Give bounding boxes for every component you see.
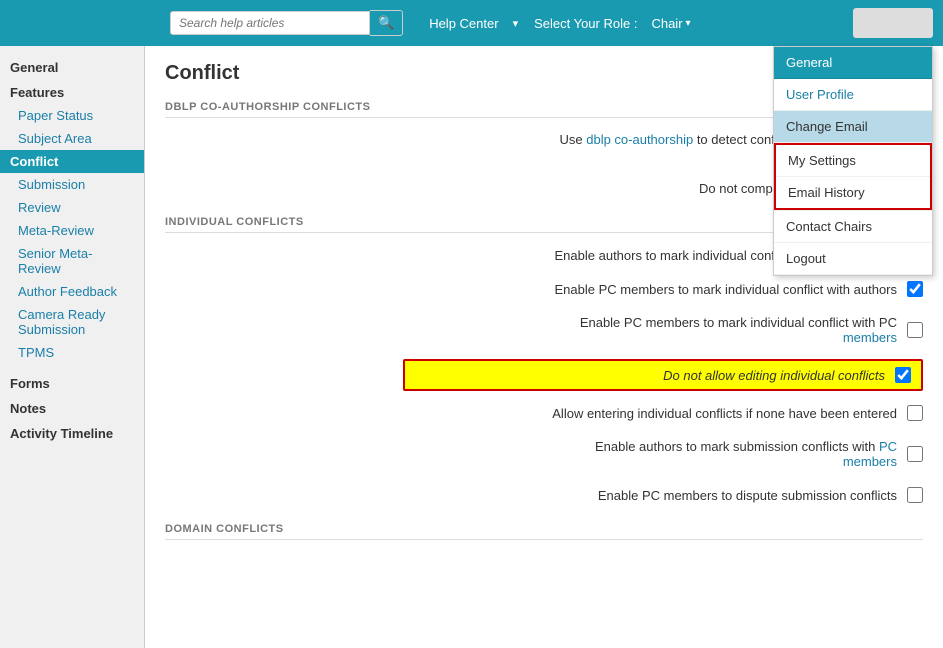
domain-section-header: DOMAIN CONFLICTS bbox=[165, 523, 923, 540]
search-icon: 🔍 bbox=[378, 15, 394, 30]
allow-entering-checkbox[interactable] bbox=[907, 405, 923, 421]
pc-mark-pc-row: Enable PC members to mark individual con… bbox=[165, 311, 923, 349]
sidebar-section-forms: Forms bbox=[0, 370, 144, 395]
pc-dispute-checkbox[interactable] bbox=[907, 487, 923, 503]
chevron-down-icon: ▾ bbox=[686, 18, 691, 29]
sidebar-section-notes: Notes bbox=[0, 395, 144, 420]
dropdown-item-contact-chairs[interactable]: Contact Chairs bbox=[774, 210, 932, 243]
sidebar-item-author-feedback[interactable]: Author Feedback bbox=[0, 280, 144, 303]
pc-mark-pc-checkbox[interactable] bbox=[907, 322, 923, 338]
no-edit-highlighted-row: Do not allow editing individual conflict… bbox=[403, 359, 923, 391]
no-edit-label: Do not allow editing individual conflict… bbox=[415, 368, 895, 383]
sidebar-item-camera-ready[interactable]: Camera Ready Submission bbox=[0, 303, 144, 341]
pc-mark-authors-label: Enable PC members to mark individual con… bbox=[165, 282, 907, 297]
sidebar-section-features: Features bbox=[0, 79, 144, 104]
search-input[interactable] bbox=[170, 11, 370, 35]
dropdown-item-change-email[interactable]: Change Email bbox=[774, 111, 932, 143]
sidebar-item-senior-meta-review[interactable]: Senior Meta-Review bbox=[0, 242, 144, 280]
allow-entering-label: Allow entering individual conflicts if n… bbox=[165, 406, 907, 421]
sidebar: General Features Paper Status Subject Ar… bbox=[0, 46, 145, 648]
pc-dispute-row: Enable PC members to dispute submission … bbox=[165, 483, 923, 507]
authors-submission-checkbox[interactable] bbox=[907, 446, 923, 462]
dropdown-top-section: General User Profile Change Email bbox=[774, 47, 932, 143]
user-dropdown-menu: General User Profile Change Email My Set… bbox=[773, 46, 933, 276]
dropdown-item-email-history[interactable]: Email History bbox=[776, 177, 930, 208]
authors-submission-row: Enable authors to mark submission confli… bbox=[165, 435, 923, 473]
dropdown-settings-section: My Settings Email History bbox=[774, 143, 932, 210]
dropdown-item-general[interactable]: General bbox=[774, 47, 932, 79]
help-center-link[interactable]: Help Center bbox=[423, 12, 504, 35]
allow-entering-row: Allow entering individual conflicts if n… bbox=[165, 401, 923, 425]
search-button[interactable]: 🔍 bbox=[370, 10, 403, 36]
authors-submission-label: Enable authors to mark submission confli… bbox=[165, 439, 907, 469]
no-edit-checkbox[interactable] bbox=[895, 367, 911, 383]
sidebar-item-meta-review[interactable]: Meta-Review bbox=[0, 219, 144, 242]
pc-mark-authors-checkbox[interactable] bbox=[907, 281, 923, 297]
dropdown-item-user-profile[interactable]: User Profile bbox=[774, 79, 932, 111]
navbar: 🔍 Help Center ▾ Select Your Role : Chair… bbox=[0, 0, 943, 46]
pc-mark-pc-label: Enable PC members to mark individual con… bbox=[165, 315, 907, 345]
avatar bbox=[853, 8, 933, 38]
sidebar-item-conflict[interactable]: Conflict bbox=[0, 150, 144, 173]
sidebar-item-tpms[interactable]: TPMS bbox=[0, 341, 144, 364]
sidebar-item-paper-status[interactable]: Paper Status bbox=[0, 104, 144, 127]
dropdown-item-logout[interactable]: Logout bbox=[774, 243, 932, 275]
sidebar-item-submission[interactable]: Submission bbox=[0, 173, 144, 196]
chair-dropdown-button[interactable]: Chair ▾ bbox=[645, 12, 696, 35]
sidebar-item-review[interactable]: Review bbox=[0, 196, 144, 219]
navbar-links: Help Center ▾ Select Your Role : Chair ▾ bbox=[423, 12, 696, 35]
pc-mark-authors-row: Enable PC members to mark individual con… bbox=[165, 277, 923, 301]
sidebar-section-general: General bbox=[0, 54, 144, 79]
sidebar-section-activity-timeline: Activity Timeline bbox=[0, 420, 144, 445]
sidebar-item-subject-area[interactable]: Subject Area bbox=[0, 127, 144, 150]
pc-dispute-label: Enable PC members to dispute submission … bbox=[165, 488, 907, 503]
navbar-search-area: 🔍 bbox=[170, 10, 403, 36]
select-role-label: Select Your Role : bbox=[534, 16, 637, 31]
dropdown-item-my-settings[interactable]: My Settings bbox=[776, 145, 930, 177]
